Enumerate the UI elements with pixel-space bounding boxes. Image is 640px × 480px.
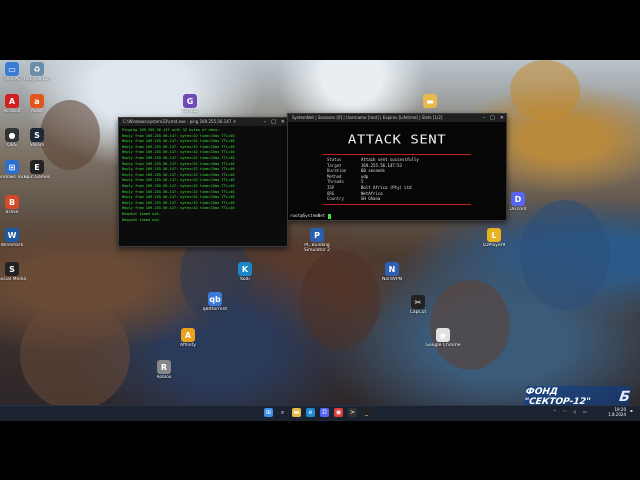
- affinity-icon: A: [181, 328, 195, 342]
- ping-terminal-window[interactable]: C:\Windows\system32\cmd.exe - ping 169.2…: [118, 117, 288, 247]
- close-button[interactable]: ✕: [281, 118, 285, 126]
- roblox-icon: R: [157, 360, 171, 374]
- desktop-icon-social-media[interactable]: S Social Media: [0, 262, 32, 287]
- attack-terminal-window[interactable]: SystemNet | Sessions [0] | Username [roo…: [287, 113, 507, 221]
- taskbar-terminal-icon[interactable]: >: [348, 408, 357, 417]
- nordvpn-icon: N: [385, 262, 399, 276]
- desktop-icon-affinity[interactable]: A Affinity: [168, 328, 208, 353]
- desktop-icon-label: CapCut: [409, 310, 427, 315]
- desktop-icon-nordvpn[interactable]: N NordVPN: [372, 262, 412, 287]
- desktop-icon-label: Steam: [29, 143, 45, 148]
- attack-detail-row: Country GH Ghana: [327, 196, 467, 202]
- desktop-icon-label: Wireshark: [0, 243, 24, 248]
- desktop-icon-github[interactable]: G GitHub: [170, 94, 210, 119]
- maximize-button[interactable]: □: [490, 114, 495, 122]
- desktop-icon-label: Avast: [30, 109, 44, 114]
- discord-icon: D: [511, 192, 525, 206]
- capcut-icon: ✂: [411, 295, 425, 309]
- ping-window-titlebar[interactable]: C:\Windows\system32\cmd.exe - ping 169.2…: [119, 118, 287, 126]
- social-media-icon: S: [5, 262, 19, 276]
- desktop-icon-kodi[interactable]: K Kodi: [225, 262, 265, 287]
- wallpaper-shape: [430, 280, 510, 370]
- steam-icon: S: [30, 128, 44, 142]
- close-button[interactable]: ✕: [500, 114, 504, 122]
- github-icon: G: [183, 94, 197, 108]
- attack-details-table: Status Attack sent successfully Target 169.…: [323, 154, 471, 205]
- wifi-icon[interactable]: ◠: [563, 409, 567, 414]
- volume-icon[interactable]: ◁: [573, 409, 576, 414]
- taskbar-edge-icon[interactable]: e: [306, 408, 315, 417]
- desktop-icon-pc-building[interactable]: P PC Building Simulator 2: [297, 228, 337, 253]
- desktop-icon-ldplayer[interactable]: L LDPlayer9: [474, 228, 514, 253]
- attack-detail-key: Country: [327, 196, 344, 202]
- desktop-icon-label: Social Media: [0, 277, 27, 282]
- brave-icon: B: [5, 195, 19, 209]
- desktop-icon-google-chrome-2[interactable]: ◉ Google Chrome: [423, 328, 463, 353]
- wallpaper-shape: [510, 60, 580, 120]
- taskbar-start-icon[interactable]: ⊞: [264, 408, 273, 417]
- epic-icon: E: [30, 160, 44, 174]
- ldplayer-icon: L: [487, 228, 501, 242]
- maximize-button[interactable]: □: [271, 118, 276, 126]
- desktop-icon-label: Affinity: [180, 343, 196, 348]
- desktop-icon-recycle[interactable]: ♻ Recycle Bin: [17, 62, 57, 87]
- wallpaper-shape: [20, 300, 130, 410]
- system-clock[interactable]: 19:20 1.8.2024: [608, 407, 626, 417]
- desktop-icon-brave[interactable]: B Brave: [0, 195, 32, 220]
- minimize-button[interactable]: –: [264, 118, 267, 126]
- taskbar: ⊞ ⌕ ▬ e D ◉ > _ ^ ◠ ◁ ▭ 19:20 1.8.2024 ▪: [0, 405, 640, 421]
- desktop-icon-label: Brave: [5, 210, 19, 215]
- watermark-text: ФОНД "СЕКТОР-12": [523, 387, 592, 407]
- desktop-icon-qbittorrent[interactable]: qb qBittorrent: [195, 292, 235, 317]
- desktop-icon-label: qBittorrent: [202, 307, 228, 312]
- taskbar-discord-tb-icon[interactable]: D: [320, 408, 329, 417]
- wallpaper-shape: [300, 250, 380, 350]
- desktop-icon-label: Kodi: [240, 277, 250, 282]
- battery-icon[interactable]: ▭: [583, 409, 587, 414]
- ping-window-title: C:\Windows\system32\cmd.exe - ping 169.2…: [123, 119, 236, 124]
- terminal-prompt[interactable]: root@SystemNet: [288, 213, 333, 219]
- desktop-icon-label: Recycle Bin: [24, 77, 50, 82]
- folder-icon: ▬: [423, 94, 437, 108]
- desktop-icon-label: Epic Games: [23, 175, 51, 180]
- taskbar-search-icon[interactable]: ⌕: [278, 408, 287, 417]
- attack-window-title: SystemNet | Sessions [0] | Username [roo…: [292, 115, 443, 120]
- desktop-icon-steam[interactable]: S Steam: [17, 128, 57, 153]
- kodi-icon: K: [238, 262, 252, 276]
- desktop-icon-label: PC Building Simulator 2: [303, 243, 330, 253]
- pc-building-icon: P: [310, 228, 324, 242]
- wiresharkicn-icon: W: [5, 228, 19, 242]
- ping-output: Pinging 169.255.56.147 with 32 bytes of …: [119, 126, 287, 225]
- notification-icon[interactable]: ▪: [630, 408, 633, 413]
- desktop-icon-label: NordVPN: [382, 277, 402, 282]
- watermark-mark: Б: [618, 389, 632, 405]
- avast-icon: a: [30, 94, 44, 108]
- desktop-icon-label: Google Chrome: [425, 343, 461, 348]
- desktop-icon-label: Roblox: [156, 375, 172, 380]
- qbittorrent-icon: qb: [208, 292, 222, 306]
- desktop-icon-capcut[interactable]: ✂ CapCut: [398, 295, 438, 320]
- ping-output-line: Request timed out.: [122, 217, 161, 222]
- clock-date: 1.8.2024: [608, 412, 626, 417]
- taskbar-explorer-icon[interactable]: ▬: [292, 408, 301, 417]
- minimize-button[interactable]: –: [483, 114, 486, 122]
- recycle-icon: ♻: [30, 62, 44, 76]
- prompt-text: root@SystemNet: [290, 213, 326, 218]
- attack-heading: ATTACK SENT: [347, 132, 447, 148]
- google-chrome-2-icon: ◉: [436, 328, 450, 342]
- chevron-up-icon[interactable]: ^: [553, 409, 556, 414]
- desktop-icon-label: LDPlayer9: [482, 243, 506, 248]
- desktop-icon-avast[interactable]: a Avast: [17, 94, 57, 119]
- cursor-icon: [327, 213, 331, 219]
- attack-window-titlebar[interactable]: SystemNet | Sessions [0] | Username [roo…: [288, 114, 506, 122]
- desktop-icon-wiresharkicn[interactable]: W Wireshark: [0, 228, 32, 253]
- taskbar-chrome-icon[interactable]: ◉: [334, 408, 343, 417]
- desktop-icon-epic[interactable]: E Epic Games: [17, 160, 57, 185]
- desktop-icon-roblox[interactable]: R Roblox: [144, 360, 184, 385]
- taskbar-cmd-icon[interactable]: _: [362, 408, 371, 417]
- attack-detail-value: GH Ghana: [361, 196, 381, 202]
